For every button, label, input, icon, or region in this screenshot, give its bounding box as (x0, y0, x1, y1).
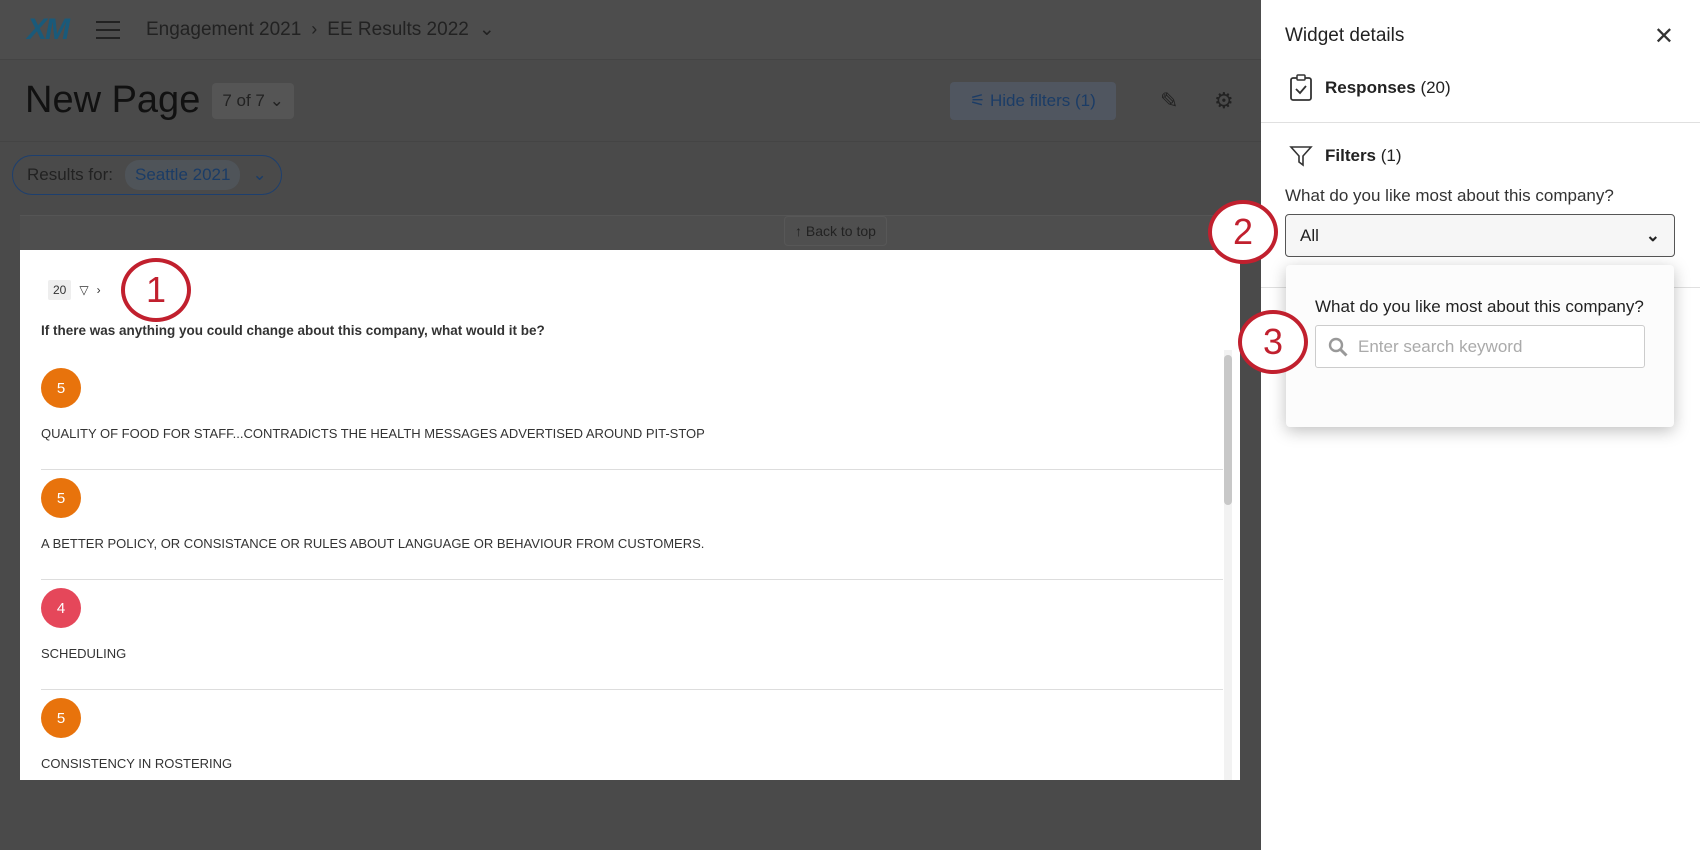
list-item: 5 QUALITY OF FOOD FOR STAFF...CONTRADICTS… (41, 360, 1223, 470)
filters-label: Filters (1325, 146, 1377, 165)
response-count-badge: 20 (48, 280, 72, 300)
funnel-icon (1289, 146, 1313, 167)
back-to-top-label: Back to top (805, 223, 876, 239)
responses-count: (20) (1420, 78, 1451, 97)
filter-value: All (1300, 225, 1319, 245)
clipboard-check-icon (1290, 74, 1312, 101)
hide-filters-label: Hide filters (1) (989, 91, 1096, 110)
responses-widget: 20 ▽ › If there was anything you could c… (20, 250, 1240, 780)
results-for-filter[interactable]: Results for: Seattle 2021 ⌄ (12, 155, 282, 195)
sliders-icon: ⚟ (970, 91, 990, 110)
list-item: 5 CONSISTENCY IN ROSTERING (41, 690, 1223, 780)
filter-value-select[interactable]: All ⌄ (1285, 214, 1675, 257)
breadcrumb-project[interactable]: Engagement 2021 (146, 19, 301, 41)
breadcrumb: Engagement 2021 › EE Results 2022 ⌄ (146, 18, 495, 41)
widget-meta: 20 ▽ › (48, 280, 101, 300)
search-icon (1328, 337, 1348, 357)
popover-label: What do you like most about this company… (1315, 297, 1644, 316)
responses-label: Responses (1325, 78, 1416, 97)
scrollbar-thumb[interactable] (1224, 355, 1232, 505)
response-text: A BETTER POLICY, OR CONSISTANCE OR RULES… (41, 536, 705, 551)
response-text: SCHEDULING (41, 646, 127, 661)
callout-3: 3 (1238, 310, 1308, 374)
filters-section: Filters (1) (1289, 144, 1402, 168)
response-text: CONSISTENCY IN ROSTERING (41, 756, 233, 771)
score-badge: 5 (41, 478, 81, 518)
callout-2: 2 (1208, 200, 1278, 264)
callout-1: 1 (121, 258, 191, 322)
response-list: 5 QUALITY OF FOOD FOR STAFF...CONTRADICTS… (41, 360, 1223, 780)
page-header: New Page 7 of 7 ⌄ ⚟ Hide filters (1) ✎ ⚙ (0, 60, 1261, 142)
top-nav: XM Engagement 2021 › EE Results 2022 ⌄ (0, 0, 1261, 60)
filter-question-label: What do you like most about this company… (1285, 186, 1614, 205)
scrollbar[interactable] (1224, 350, 1232, 780)
score-badge: 5 (41, 368, 81, 408)
close-icon[interactable]: ✕ (1654, 22, 1674, 51)
results-for-value: Seattle 2021 (124, 160, 241, 190)
page-selector-label: 7 of 7 (222, 90, 265, 110)
page-title: New Page (25, 79, 201, 121)
menu-icon[interactable] (96, 20, 120, 39)
chevron-down-icon: ⌄ (252, 165, 267, 184)
gear-icon[interactable]: ⚙ (1214, 88, 1234, 114)
search-field[interactable] (1315, 325, 1645, 368)
list-item: 4 SCHEDULING (41, 580, 1223, 690)
filter-popover: What do you like most about this company… (1286, 265, 1674, 427)
search-input[interactable] (1358, 336, 1628, 357)
panel-title: Widget details (1285, 25, 1405, 46)
divider (1261, 122, 1700, 123)
hide-filters-button[interactable]: ⚟ Hide filters (1) (950, 82, 1116, 120)
score-badge: 4 (41, 588, 81, 628)
widget-header-strip (20, 215, 1240, 250)
list-item: 5 A BETTER POLICY, OR CONSISTANCE OR RULE… (41, 470, 1223, 580)
results-for-label: Results for: (27, 165, 113, 184)
chevron-right-icon[interactable]: › (97, 283, 101, 297)
response-text: QUALITY OF FOOD FOR STAFF...CONTRADICTS … (41, 426, 705, 441)
breadcrumb-dashboard[interactable]: EE Results 2022 (327, 19, 469, 41)
page-selector[interactable]: 7 of 7 ⌄ (212, 82, 294, 119)
filters-count: (1) (1380, 146, 1402, 165)
chevron-down-icon: ⌄ (1645, 225, 1660, 245)
chevron-right-icon: › (311, 19, 318, 39)
responses-section: Responses (20) (1289, 74, 1451, 102)
chevron-down-icon[interactable]: ⌄ (479, 18, 495, 41)
filter-icon[interactable]: ▽ (79, 283, 88, 297)
score-badge: 5 (41, 698, 81, 738)
back-to-top-button[interactable]: ↑ Back to top (784, 216, 887, 246)
edit-icon[interactable]: ✎ (1160, 88, 1178, 114)
widget-question: If there was anything you could change a… (41, 323, 545, 338)
xm-logo[interactable]: XM (27, 13, 70, 47)
